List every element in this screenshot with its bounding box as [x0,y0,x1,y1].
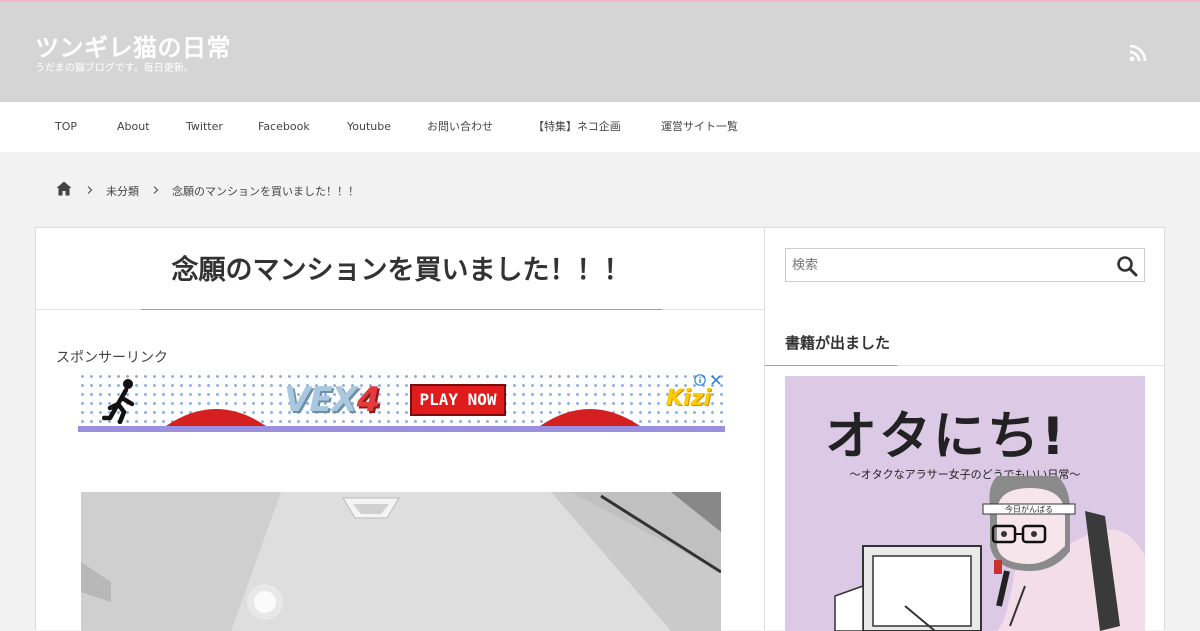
rss-icon[interactable] [1129,44,1147,62]
site-header: ツンギレ猫の日常 うだまの猫ブログです。毎日更新。 [0,2,1200,102]
book-title: オタにち! [825,407,1067,467]
breadcrumb-category[interactable]: 未分類 [106,183,139,199]
nav-item-sites[interactable]: 運営サイト一覧 [661,102,738,152]
sponsor-label: スポンサーリンク [56,350,168,366]
article: 念願のマンションを買いました！！！ スポンサーリンク VEX4 PLAY NOW… [35,227,765,631]
nav-item-about[interactable]: About [117,102,150,152]
nav-item-youtube[interactable]: Youtube [347,102,391,152]
play-now-button[interactable]: PLAY NOW [410,384,506,416]
info-icon[interactable] [694,374,706,386]
nav-item-facebook[interactable]: Facebook [258,102,310,152]
search-icon[interactable] [1116,255,1138,277]
search-box [785,248,1145,282]
chevron-right-icon [87,186,93,194]
site-description: うだまの猫ブログです。毎日更新。 [35,63,194,74]
ad-hill-shape [540,409,640,426]
home-icon[interactable] [56,181,72,196]
close-icon[interactable] [710,374,722,386]
nav-item-top[interactable]: TOP [55,102,77,152]
ad-banner[interactable]: VEX4 PLAY NOW Kizi [78,372,725,432]
title-underline [141,309,662,310]
ad-hill-shape [166,409,266,426]
widget-underline [765,365,897,366]
ad-game-logo: VEX4 [284,380,380,420]
widget-divider [897,365,1164,366]
search-input[interactable] [786,249,1106,281]
book-cover[interactable]: オタにち! 〜オタクなアラサー女子のどうでもいい日常〜 今日がんばる [785,376,1145,631]
page-title: 念願のマンションを買いました！！！ [171,255,631,286]
runner-icon [102,379,135,424]
widget-title: 書籍が出ました [785,334,891,352]
nav-item-twitter[interactable]: Twitter [186,102,223,152]
ad-bottom-stripe [78,426,725,432]
sidebar: 書籍が出ました オタにち! 〜オタクなアラサー女子のどうでもいい日常〜 今日がん… [765,227,1165,631]
svg-text:今日がんばる: 今日がんばる [1005,504,1053,514]
main-nav: TOP About Twitter Facebook Youtube お問い合わ… [0,102,1200,152]
book-illustration: 今日がんばる [834,476,1145,631]
chevron-right-icon [153,186,159,194]
breadcrumb-current: 念願のマンションを買いました！！！ [172,185,359,198]
nav-item-feature[interactable]: 【特集】ネコ企画 [533,102,621,152]
ad-brand-logo: Kizi [666,386,711,411]
site-title[interactable]: ツンギレ猫の日常 [35,28,231,63]
nav-item-contact[interactable]: お問い合わせ [427,102,493,152]
article-photo [81,492,721,631]
